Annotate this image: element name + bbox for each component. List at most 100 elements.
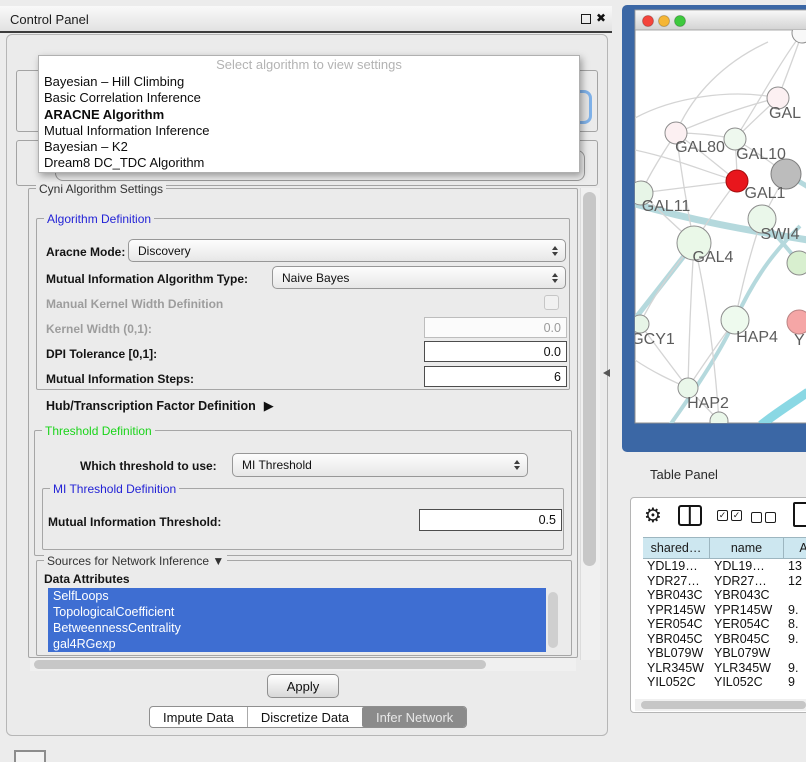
hub-label: Hub/Transcription Factor Definition <box>46 399 256 413</box>
table-row[interactable]: YBR043CYBR043C <box>643 588 806 603</box>
list-scrollbar-thumb[interactable] <box>548 592 558 648</box>
tab-discretize-data[interactable]: Discretize Data <box>247 707 362 727</box>
mi-steps-label: Mutual Information Steps: <box>46 372 194 386</box>
network-view-window[interactable]: GALGAL80GAL10GAL11SWI4GAL4GCY1HAP4YHAP2G… <box>622 5 806 452</box>
aracne-mode-label: Aracne Mode: <box>46 245 125 259</box>
unselect-all-checkbox-icon[interactable] <box>765 512 776 523</box>
mi-threshold-field[interactable]: 0.5 <box>419 509 562 531</box>
dropdown-item-aracne[interactable]: ARACNE Algorithm <box>39 107 579 123</box>
gear-icon[interactable]: ⚙ <box>644 503 662 528</box>
stepper-arrows-icon <box>552 273 558 283</box>
import-table-icon[interactable] <box>793 502 806 527</box>
table-body: YDL19…YDL19…13YDR27…YDR27…12YBR043CYBR04… <box>643 559 806 689</box>
node-label: GAL11 <box>642 198 691 215</box>
table-row[interactable]: YDR27…YDR27…12 <box>643 574 806 589</box>
tab-infer-network[interactable]: Infer Network <box>362 707 466 727</box>
which-threshold-combobox[interactable]: MI Threshold <box>232 453 528 477</box>
table-row[interactable]: YIL052CYIL052C9 <box>643 675 806 689</box>
table-cell: YPR145W <box>710 603 784 618</box>
tab-label: Infer Network <box>376 710 453 725</box>
table-header-row: shared…nameA <box>643 537 806 559</box>
table-row[interactable]: YPR145WYPR145W9. <box>643 603 806 618</box>
combobox-value: Discovery <box>138 244 191 258</box>
expanded-arrow-icon: ▼ <box>212 554 224 568</box>
dropdown-item[interactable]: Bayesian – K2 <box>39 139 579 155</box>
combobox-value: MI Threshold <box>242 458 312 472</box>
stepper-arrows-icon <box>514 460 520 470</box>
select-all-checkbox-icon[interactable]: ✓ <box>717 510 728 521</box>
tab-label: Discretize Data <box>261 710 349 725</box>
bottom-tabbar: Impute Data Discretize Data Infer Networ… <box>149 706 467 728</box>
dpi-tolerance-field[interactable]: 0.0 <box>424 341 567 362</box>
hub-transcription-factor-toggle[interactable]: Hub/Transcription Factor Definition ▶ <box>46 398 274 414</box>
table-cell: YBR043C <box>710 588 784 603</box>
which-threshold-label: Which threshold to use: <box>80 459 217 473</box>
table-cell: YIL052C <box>710 675 784 689</box>
table-row[interactable]: YER054CYER054C8. <box>643 617 806 632</box>
column-view-icon[interactable] <box>678 505 702 526</box>
table-row[interactable]: YBR045CYBR045C9. <box>643 632 806 647</box>
mi-algorithm-type-label: Mutual Information Algorithm Type: <box>46 272 248 286</box>
node-label: SWI4 <box>760 226 799 243</box>
sources-title: Sources for Network Inference <box>47 554 209 568</box>
table-cell: YBR045C <box>643 632 710 647</box>
dropdown-item[interactable]: Basic Correlation Inference <box>39 90 579 106</box>
table-cell: YER054C <box>643 617 710 632</box>
table-cell: YBR045C <box>710 632 784 647</box>
list-item[interactable]: TopologicalCoefficient <box>48 604 546 620</box>
table-horizontal-scrollbar-thumb[interactable] <box>641 701 806 709</box>
select-all-checkbox-icon[interactable]: ✓ <box>731 510 742 521</box>
column-header[interactable]: A <box>784 537 806 559</box>
zoom-traffic-light[interactable] <box>675 16 686 27</box>
node-label: GCY1 <box>631 331 675 348</box>
dpi-tolerance-label: DPI Tolerance [0,1]: <box>46 347 157 361</box>
table-panel-title: Table Panel <box>650 467 718 482</box>
list-item[interactable]: SelfLoops <box>48 588 546 604</box>
traffic-lights[interactable] <box>643 16 686 27</box>
mi-algorithm-type-combobox[interactable]: Naive Bayes <box>272 266 566 289</box>
node-label: GAL80 <box>675 139 725 156</box>
tab-impute-data[interactable]: Impute Data <box>150 707 247 727</box>
stepper-arrows-icon <box>552 246 558 256</box>
dropdown-item[interactable]: Mutual Information Inference <box>39 123 579 139</box>
settings-horizontal-scrollbar-thumb[interactable] <box>34 660 486 669</box>
aracne-mode-combobox[interactable]: Discovery <box>128 239 566 262</box>
float-window-icon[interactable] <box>581 14 591 24</box>
unselect-all-checkbox-icon[interactable] <box>751 512 762 523</box>
collapsed-arrow-icon: ▶ <box>264 398 274 414</box>
list-item[interactable]: gal4RGexp <box>48 636 546 652</box>
manual-kernel-width-label: Manual Kernel Width Definition <box>46 297 223 311</box>
mi-steps-field[interactable]: 6 <box>424 366 567 387</box>
table-cell: YBL079W <box>643 646 710 661</box>
dropdown-item[interactable]: Dream8 DC_TDC Algorithm <box>39 155 579 171</box>
sources-legend-toggle[interactable]: Sources for Network Inference ▼ <box>44 554 227 568</box>
control-panel-titlebar <box>0 6 612 33</box>
minimized-panel-icon[interactable] <box>14 750 46 762</box>
manual-kernel-width-checkbox[interactable] <box>544 295 559 310</box>
table-row[interactable]: YDL19…YDL19…13 <box>643 559 806 574</box>
algorithm-dropdown-popup: Select algorithm to view settings Bayesi… <box>38 55 580 173</box>
kernel-width-field[interactable]: 0.0 <box>424 317 567 338</box>
table-cell: YDL19… <box>643 559 710 574</box>
node-table[interactable]: shared…nameA YDL19…YDL19…13YDR27…YDR27…1… <box>643 537 806 689</box>
column-header[interactable]: name <box>710 537 784 559</box>
table-row[interactable]: YLR345WYLR345W9. <box>643 661 806 676</box>
table-cell: 9 <box>784 675 806 689</box>
table-row[interactable]: YBL079WYBL079W <box>643 646 806 661</box>
apply-button[interactable]: Apply <box>267 674 339 698</box>
network-node[interactable] <box>787 251 806 275</box>
network-node-y[interactable] <box>787 310 806 334</box>
node-label: GAL <box>769 105 801 122</box>
dropdown-item[interactable]: Bayesian – Hill Climbing <box>39 74 579 90</box>
table-cell: YLR345W <box>643 661 710 676</box>
list-item[interactable]: BetweennessCentrality <box>48 620 546 636</box>
group-legend: Cyni Algorithm Settings <box>36 182 166 196</box>
table-cell: YPR145W <box>643 603 710 618</box>
close-traffic-light[interactable] <box>643 16 654 27</box>
node-label: HAP2 <box>687 395 729 412</box>
column-header[interactable]: shared… <box>643 537 710 559</box>
settings-vertical-scrollbar-thumb[interactable] <box>583 192 596 566</box>
minimize-traffic-light[interactable] <box>659 16 670 27</box>
close-icon[interactable]: ✖ <box>596 11 606 25</box>
table-cell: YDR27… <box>643 574 710 589</box>
